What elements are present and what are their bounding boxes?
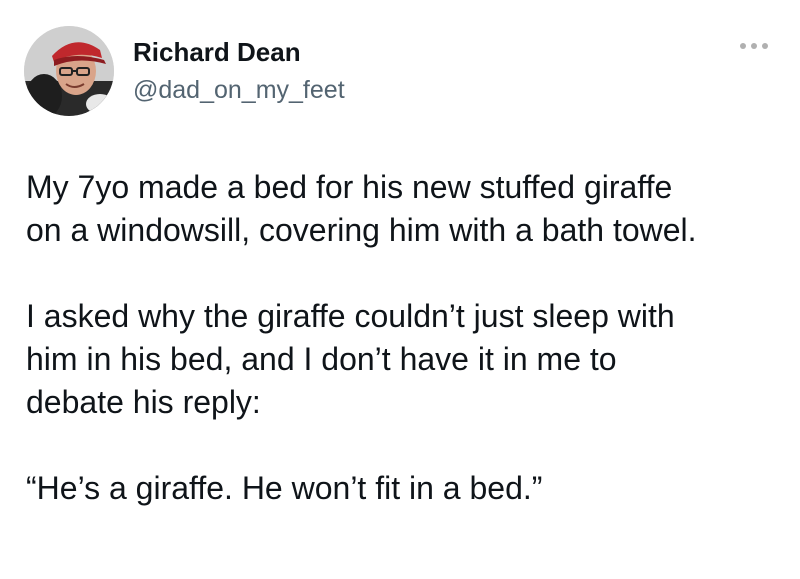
- tweet-paragraph: I asked why the giraffe couldn’t just sl…: [26, 295, 786, 424]
- tweet-paragraph: “He’s a giraffe. He won’t fit in a bed.”: [26, 467, 786, 510]
- profile-photo-icon: [24, 26, 114, 116]
- tweet-line: him in his bed, and I don’t have it in m…: [26, 341, 617, 377]
- more-options-icon: [740, 43, 768, 49]
- more-options-button[interactable]: [734, 36, 774, 56]
- tweet-line: My 7yo made a bed for his new stuffed gi…: [26, 169, 673, 205]
- author-handle[interactable]: @dad_on_my_feet: [133, 75, 345, 105]
- tweet-line: “He’s a giraffe. He won’t fit in a bed.”: [26, 470, 543, 506]
- tweet-card: Richard Dean @dad_on_my_feet My 7yo made…: [0, 0, 800, 579]
- tweet-text: My 7yo made a bed for his new stuffed gi…: [26, 166, 786, 510]
- author-avatar[interactable]: [24, 26, 114, 116]
- author-display-name[interactable]: Richard Dean: [133, 37, 301, 67]
- tweet-line: debate his reply:: [26, 384, 261, 420]
- tweet-line: I asked why the giraffe couldn’t just sl…: [26, 298, 675, 334]
- tweet-line: on a windowsill, covering him with a bat…: [26, 212, 697, 248]
- tweet-paragraph: My 7yo made a bed for his new stuffed gi…: [26, 166, 786, 252]
